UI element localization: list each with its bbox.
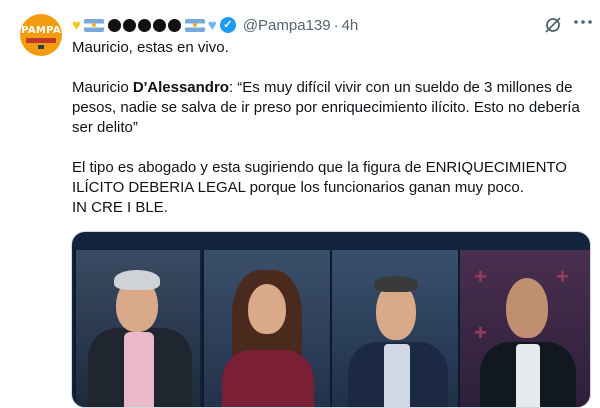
tweet-video[interactable]: + + + xyxy=(71,231,591,408)
black-circle-icon xyxy=(137,18,151,32)
tweet-para2-prefix: Mauricio xyxy=(72,79,133,96)
more-icon[interactable] xyxy=(572,12,594,32)
verified-badge-icon: ✓ xyxy=(219,17,236,33)
tweet-header: ♥ ♥ ✓ @Pampa139 · 4h xyxy=(72,14,358,36)
video-panel-4: + + + xyxy=(458,250,590,407)
blue-heart-icon: ♥ xyxy=(207,16,217,34)
black-circle-icon xyxy=(167,18,181,32)
plus-decoration-icon: + xyxy=(474,264,487,289)
grok-icon[interactable] xyxy=(543,15,563,35)
tweet-line1: Mauricio, estas en vivo. xyxy=(72,39,229,56)
tweet-para3: El tipo es abogado y esta sugiriendo que… xyxy=(72,159,572,196)
black-circle-icon xyxy=(122,18,136,32)
person-shirt xyxy=(384,344,410,407)
plus-decoration-icon: + xyxy=(474,320,487,345)
black-circle-icon xyxy=(107,18,121,32)
tweet-text: Mauricio, estas en vivo. Mauricio D'Ales… xyxy=(72,38,592,218)
person-head xyxy=(506,278,548,338)
person-body xyxy=(222,350,314,407)
person-head xyxy=(248,284,286,334)
user-handle[interactable]: @Pampa139 xyxy=(243,17,331,34)
video-panel-2 xyxy=(202,250,330,407)
person-hair xyxy=(114,270,160,290)
display-name-symbols[interactable] xyxy=(107,18,182,32)
person-shirt xyxy=(516,344,540,407)
person-hair xyxy=(374,276,418,292)
argentina-flag-icon xyxy=(83,18,104,32)
black-circle-icon xyxy=(152,18,166,32)
avatar-logo-bar xyxy=(26,38,56,43)
avatar-logo-mark xyxy=(38,45,44,49)
tweet-time[interactable]: 4h xyxy=(342,17,359,34)
argentina-flag-icon xyxy=(184,18,205,32)
avatar-logo-text: PAMPA xyxy=(21,25,61,36)
yellow-heart-icon: ♥ xyxy=(72,16,81,34)
time-separator: · xyxy=(333,16,339,34)
tweet-para4: IN CRE I BLE. xyxy=(72,199,168,216)
tweet-para2-name: D'Alessandro xyxy=(132,79,229,96)
avatar[interactable]: PAMPA xyxy=(20,14,62,56)
video-panel-3 xyxy=(330,250,458,407)
plus-decoration-icon: + xyxy=(556,264,569,289)
video-panel-1 xyxy=(74,250,200,407)
